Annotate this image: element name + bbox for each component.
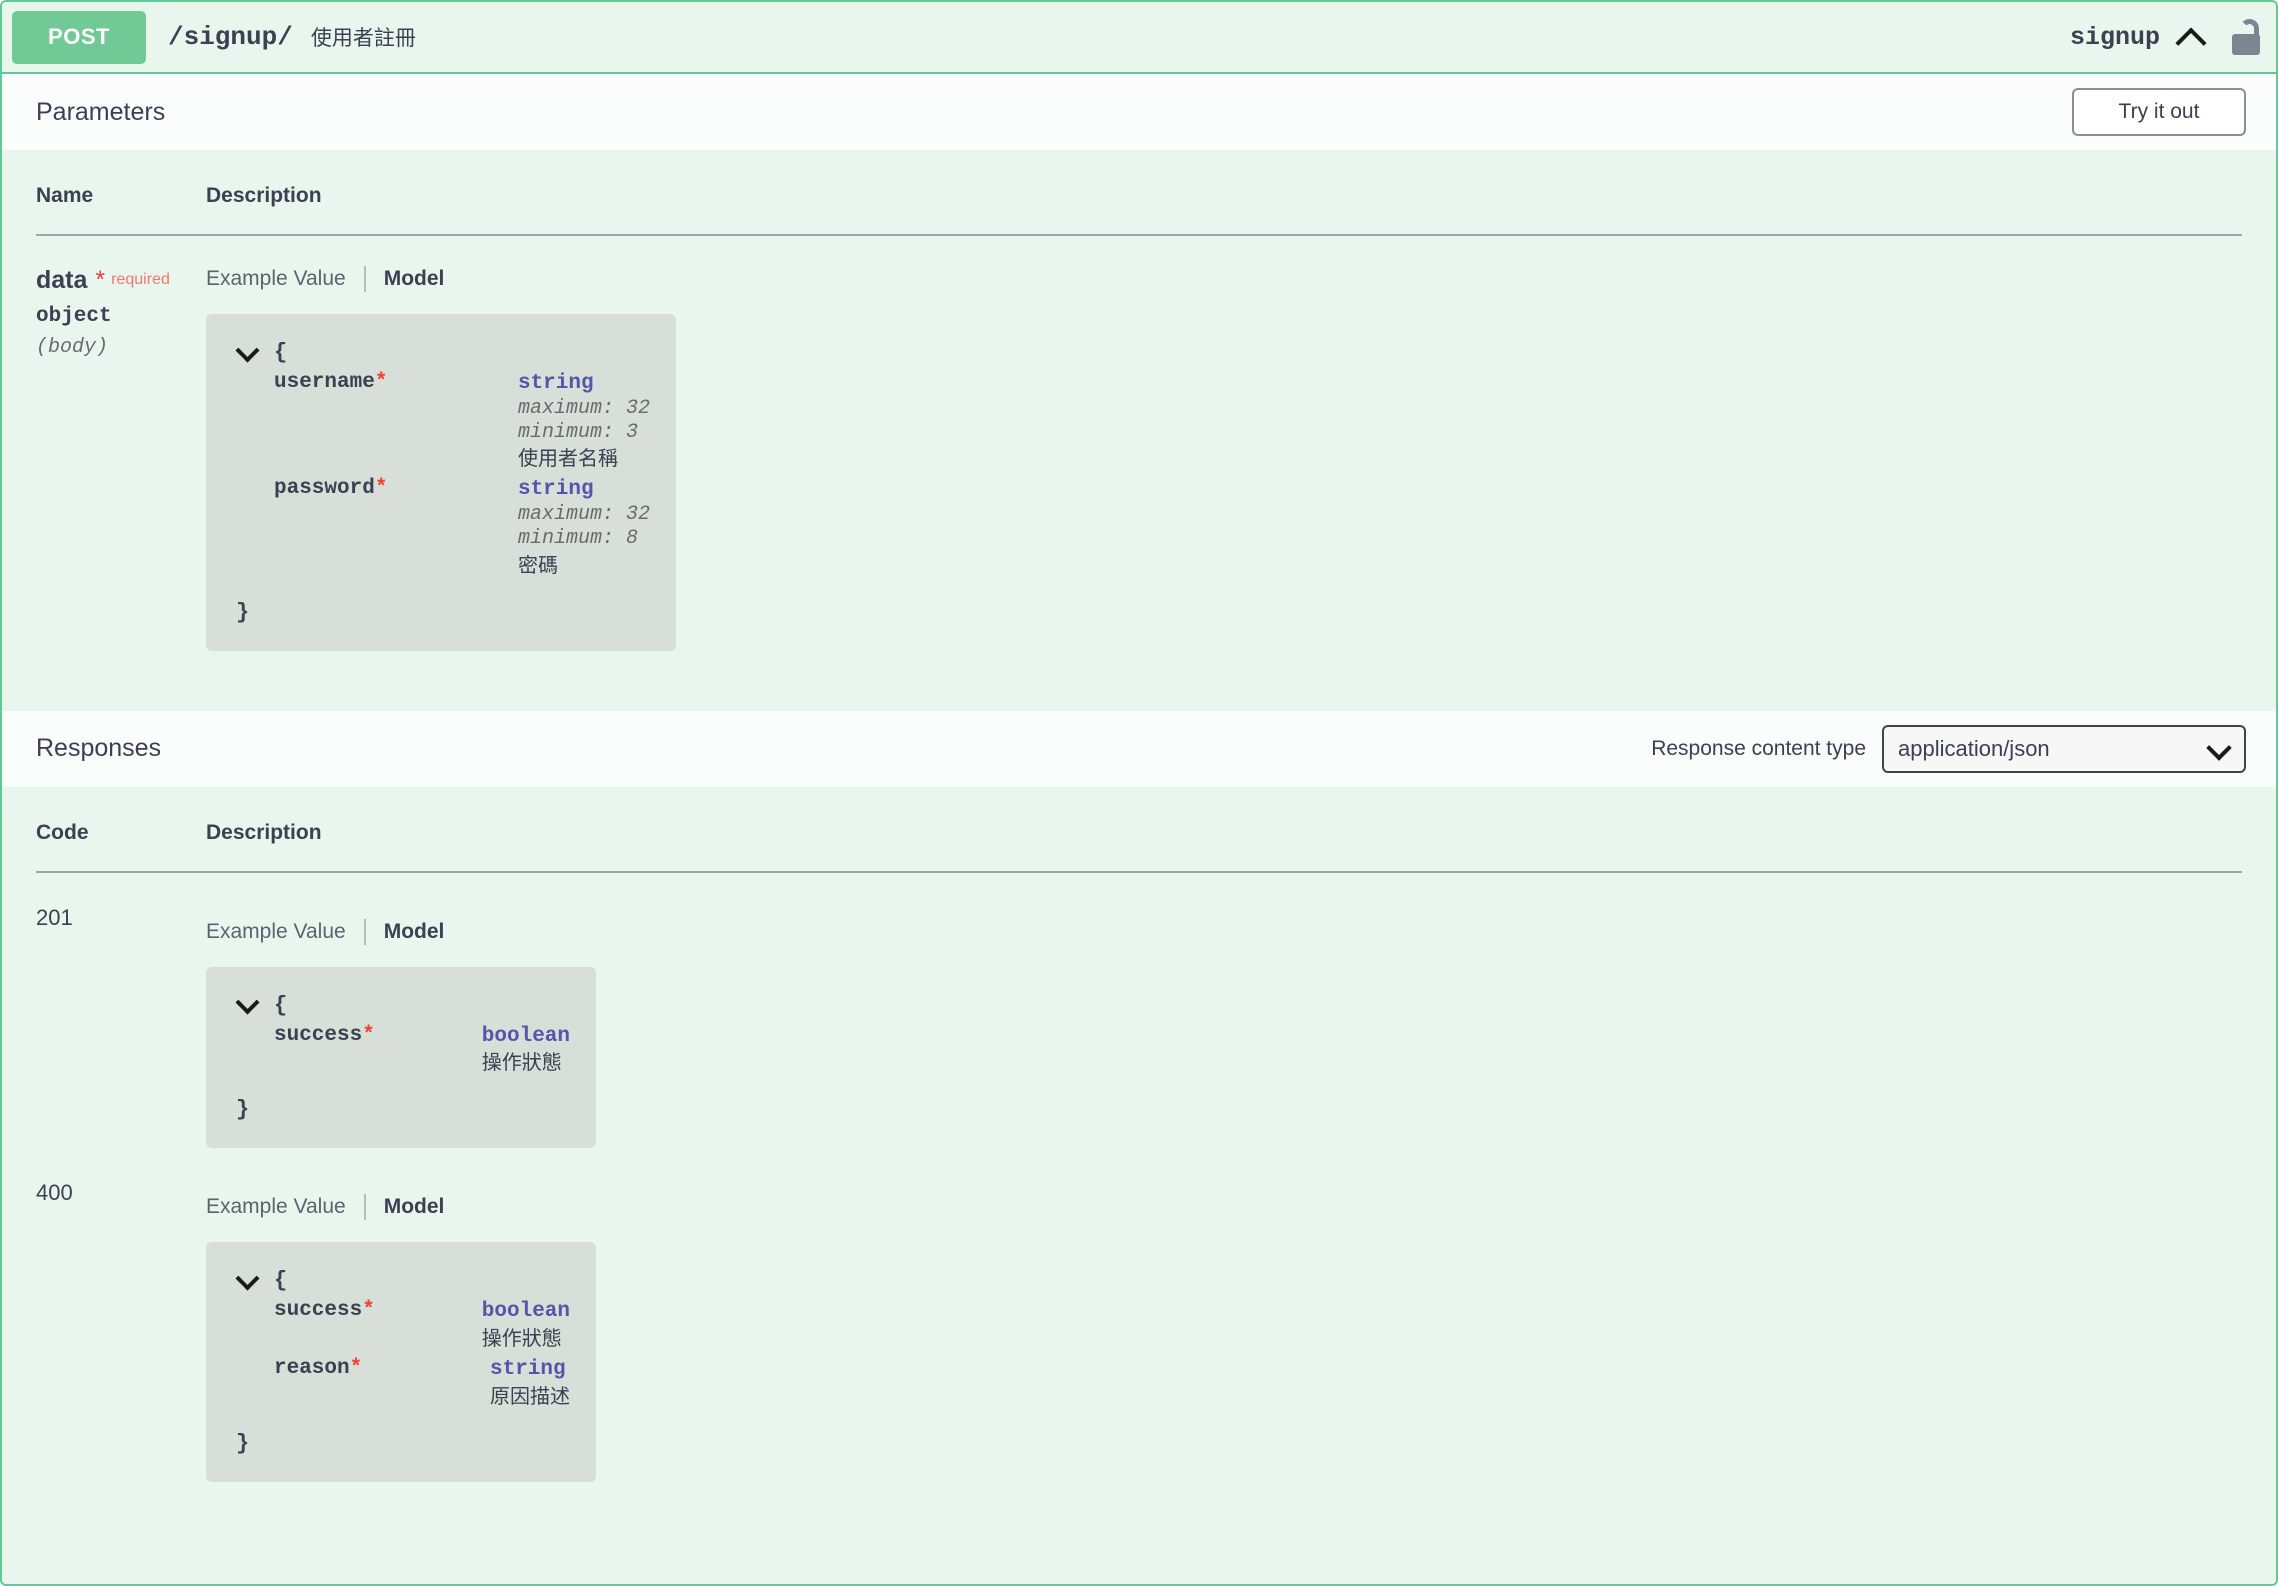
responses-title: Responses [36, 734, 161, 763]
response-model-tabs-201: Example Value Model [206, 919, 2242, 945]
responses-table: Code Description 201 Example Value Model… [2, 787, 2276, 1482]
response-model-tabs-400: Example Value Model [206, 1194, 2242, 1220]
model-open-brace-row: { [236, 993, 570, 1018]
property-description: 使用者名稱 [518, 445, 650, 471]
model-open-brace: { [274, 993, 287, 1018]
property-detail-success: boolean 操作狀態 [442, 1024, 570, 1076]
chevron-down-icon[interactable] [236, 342, 260, 364]
model-property-row: success* boolean 操作狀態 [236, 1299, 570, 1351]
model-open-brace-row: { [236, 1268, 570, 1293]
property-type: boolean [482, 1024, 570, 1050]
property-description: 操作狀態 [482, 1325, 570, 1351]
tab-separator [364, 1194, 366, 1220]
property-description: 原因描述 [490, 1383, 570, 1409]
parameter-model-tabs: Example Value Model [206, 266, 2242, 292]
table-row: data * required object (body) Example Valu… [36, 236, 2242, 651]
property-type: boolean [482, 1299, 570, 1325]
property-type: string [518, 477, 650, 503]
parameter-name-line: data * required [36, 266, 206, 295]
column-header-name: Name [36, 184, 206, 208]
response-model-box-201: { success* boolean 操作狀態 } [206, 967, 596, 1149]
table-row: 201 Example Value Model { success* boo [36, 873, 2242, 1149]
property-constraint-minimum: minimum: 3 [518, 421, 650, 445]
parameters-table-head: Name Description [36, 150, 2242, 234]
property-description: 密碼 [518, 552, 650, 578]
operation-tag-label: signup [2070, 23, 2160, 52]
operation-block-post-signup: POST /signup/ 使用者註冊 signup Parameters Tr… [0, 0, 2278, 1586]
tab-separator [364, 266, 366, 292]
operation-summary-header[interactable]: POST /signup/ 使用者註冊 signup [2, 2, 2276, 74]
model-close-brace: } [236, 1431, 570, 1456]
tab-model[interactable]: Model [384, 267, 445, 291]
model-close-brace: } [236, 1097, 570, 1122]
table-row: 400 Example Value Model { success* boo [36, 1148, 2242, 1481]
parameter-model-box: { username* string maximum: 32 minimum: … [206, 314, 676, 651]
property-description: 操作狀態 [482, 1049, 570, 1075]
property-type: string [518, 371, 650, 397]
property-constraint-maximum: maximum: 32 [518, 397, 650, 421]
parameter-location: (body) [36, 336, 206, 359]
response-content-type-value: application/json [1898, 736, 2208, 762]
operation-path: /signup/ [168, 22, 293, 52]
response-description-cell-400: Example Value Model { success* boolean 操… [206, 1178, 2242, 1481]
required-label: required [111, 271, 170, 288]
operation-summary-text: 使用者註冊 [311, 22, 416, 52]
column-header-code: Code [36, 821, 206, 845]
model-open-brace-row: { [236, 340, 650, 365]
model-close-brace: } [236, 600, 650, 625]
property-detail-password: string maximum: 32 minimum: 8 密碼 [478, 477, 650, 577]
chevron-down-icon[interactable] [236, 1270, 260, 1292]
parameter-name: data [36, 266, 87, 294]
padlock-body [2232, 34, 2260, 55]
parameters-table: Name Description data * required object (b… [2, 150, 2276, 711]
chevron-down-icon[interactable] [236, 994, 260, 1016]
model-property-row: username* string maximum: 32 minimum: 3 … [236, 371, 650, 471]
model-open-brace: { [274, 1268, 287, 1293]
property-detail-reason: string 原因描述 [450, 1357, 570, 1409]
http-method-badge: POST [12, 11, 146, 64]
response-content-type-label: Response content type [1651, 737, 1866, 761]
model-property-row: password* string maximum: 32 minimum: 8 … [236, 477, 650, 577]
property-detail-username: string maximum: 32 minimum: 3 使用者名稱 [478, 371, 650, 471]
tab-example-value[interactable]: Example Value [206, 1195, 346, 1219]
response-code-400: 400 [36, 1178, 206, 1481]
response-model-box-400: { success* boolean 操作狀態 reason* string [206, 1242, 596, 1481]
property-name-success: success* [274, 1299, 375, 1351]
model-property-row: reason* string 原因描述 [236, 1357, 570, 1409]
parameter-name-cell: data * required object (body) [36, 266, 206, 651]
responses-section-bar: Responses Response content type applicat… [2, 711, 2276, 787]
tab-separator [364, 919, 366, 945]
try-it-out-button[interactable]: Try it out [2072, 88, 2246, 136]
tab-example-value[interactable]: Example Value [206, 267, 346, 291]
required-asterisk: * [95, 266, 105, 294]
tab-example-value[interactable]: Example Value [206, 920, 346, 944]
parameter-description-cell: Example Value Model { username* string m… [206, 266, 2242, 651]
model-property-row: success* boolean 操作狀態 [236, 1024, 570, 1076]
property-type: string [490, 1357, 570, 1383]
parameters-title: Parameters [36, 98, 165, 127]
property-detail-success: boolean 操作狀態 [442, 1299, 570, 1351]
property-constraint-minimum: minimum: 8 [518, 527, 650, 551]
response-description-cell-201: Example Value Model { success* boolean 操… [206, 903, 2242, 1149]
property-name-success: success* [274, 1024, 375, 1076]
parameters-section-bar: Parameters Try it out [2, 74, 2276, 150]
tab-model[interactable]: Model [384, 920, 445, 944]
tab-model[interactable]: Model [384, 1195, 445, 1219]
response-content-type-select[interactable]: application/json [1882, 725, 2246, 773]
column-header-description: Description [206, 821, 2242, 845]
responses-table-head: Code Description [36, 787, 2242, 871]
unlocked-padlock-icon[interactable] [2232, 19, 2262, 55]
parameter-type: object [36, 305, 206, 328]
column-header-description: Description [206, 184, 2242, 208]
model-open-brace: { [274, 340, 287, 365]
chevron-up-icon[interactable] [2176, 20, 2210, 54]
property-constraint-maximum: maximum: 32 [518, 503, 650, 527]
property-name-password: password* [274, 477, 387, 577]
property-name-username: username* [274, 371, 387, 471]
response-code-201: 201 [36, 903, 206, 1149]
chevron-down-icon [2208, 738, 2230, 760]
property-name-reason: reason* [274, 1357, 362, 1409]
